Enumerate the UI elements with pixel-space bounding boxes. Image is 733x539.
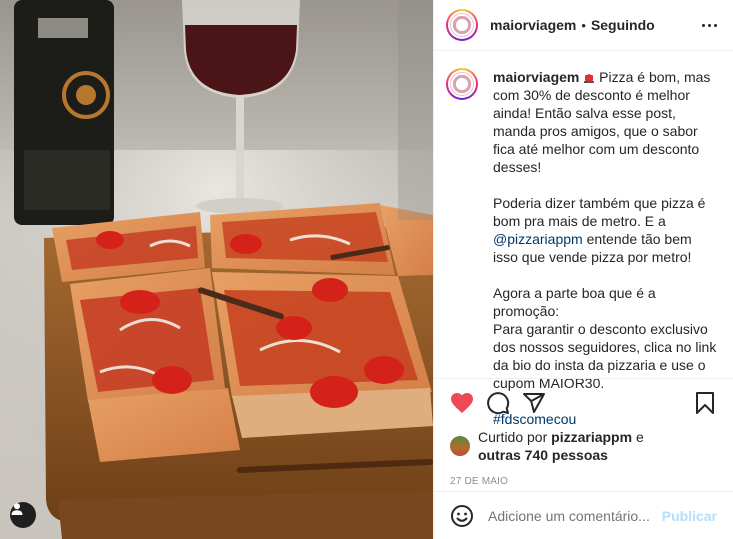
siren-icon xyxy=(583,69,595,83)
comment-icon xyxy=(486,391,510,415)
brand-logo-icon xyxy=(450,72,474,96)
comment-button[interactable] xyxy=(486,391,510,415)
emoji-icon xyxy=(450,504,474,528)
more-icon xyxy=(702,23,705,27)
caption-username[interactable]: maiorviagem xyxy=(493,69,579,85)
comment-bar: Publicar xyxy=(434,491,733,539)
brand-logo-icon xyxy=(450,13,474,37)
caption-section: maiorviagem Pizza é bom, mas com 30% de … xyxy=(434,52,733,427)
caption-paragraph-1: maiorviagem Pizza é bom, mas com 30% de … xyxy=(493,69,715,175)
mention-link[interactable]: @pizzariappm xyxy=(493,231,583,247)
liker-avatar[interactable] xyxy=(450,436,470,456)
caption-avatar[interactable] xyxy=(446,68,478,100)
post-header: maiorviagem • Seguindo xyxy=(434,0,733,51)
instagram-post: maiorviagem • Seguindo maiorviagem Pizza… xyxy=(0,0,733,539)
caption-text: maiorviagem Pizza é bom, mas com 30% de … xyxy=(493,68,720,427)
like-button[interactable] xyxy=(450,391,474,415)
following-button[interactable]: Seguindo xyxy=(591,17,655,33)
emoji-button[interactable] xyxy=(450,504,474,528)
heart-icon xyxy=(450,392,474,414)
save-button[interactable] xyxy=(693,391,717,415)
likes-summary: Curtido por pizzariappm e outras 740 pes… xyxy=(450,428,717,464)
liker-username[interactable]: pizzariappm xyxy=(551,429,632,445)
likes-count-link[interactable]: outras 740 pessoas xyxy=(478,447,608,463)
share-button[interactable] xyxy=(522,391,546,415)
post-username[interactable]: maiorviagem xyxy=(490,17,576,33)
separator-dot: • xyxy=(581,17,586,33)
caption-paragraph-2: Poderia dizer também que pizza é bom pra… xyxy=(493,195,710,265)
post-photo[interactable] xyxy=(0,0,433,539)
post-side-panel: maiorviagem • Seguindo maiorviagem Pizza… xyxy=(433,0,733,539)
pizza-photo-illustration xyxy=(0,0,433,539)
likes-text: Curtido por pizzariappm e outras 740 pes… xyxy=(478,429,644,463)
publish-button[interactable]: Publicar xyxy=(662,508,717,524)
comment-input[interactable] xyxy=(488,507,658,524)
user-tags-button[interactable] xyxy=(10,502,36,528)
avatar[interactable] xyxy=(446,9,478,41)
post-date[interactable]: 27 DE MAIO xyxy=(450,476,717,487)
more-options-button[interactable] xyxy=(702,23,717,27)
share-icon xyxy=(522,391,546,415)
caption-paragraph-3: Agora a parte boa que é a promoção: Para… xyxy=(493,285,717,391)
bookmark-icon xyxy=(695,391,715,415)
action-icons-row xyxy=(450,381,717,425)
actions-section: Curtido por pizzariappm e outras 740 pes… xyxy=(434,378,733,487)
